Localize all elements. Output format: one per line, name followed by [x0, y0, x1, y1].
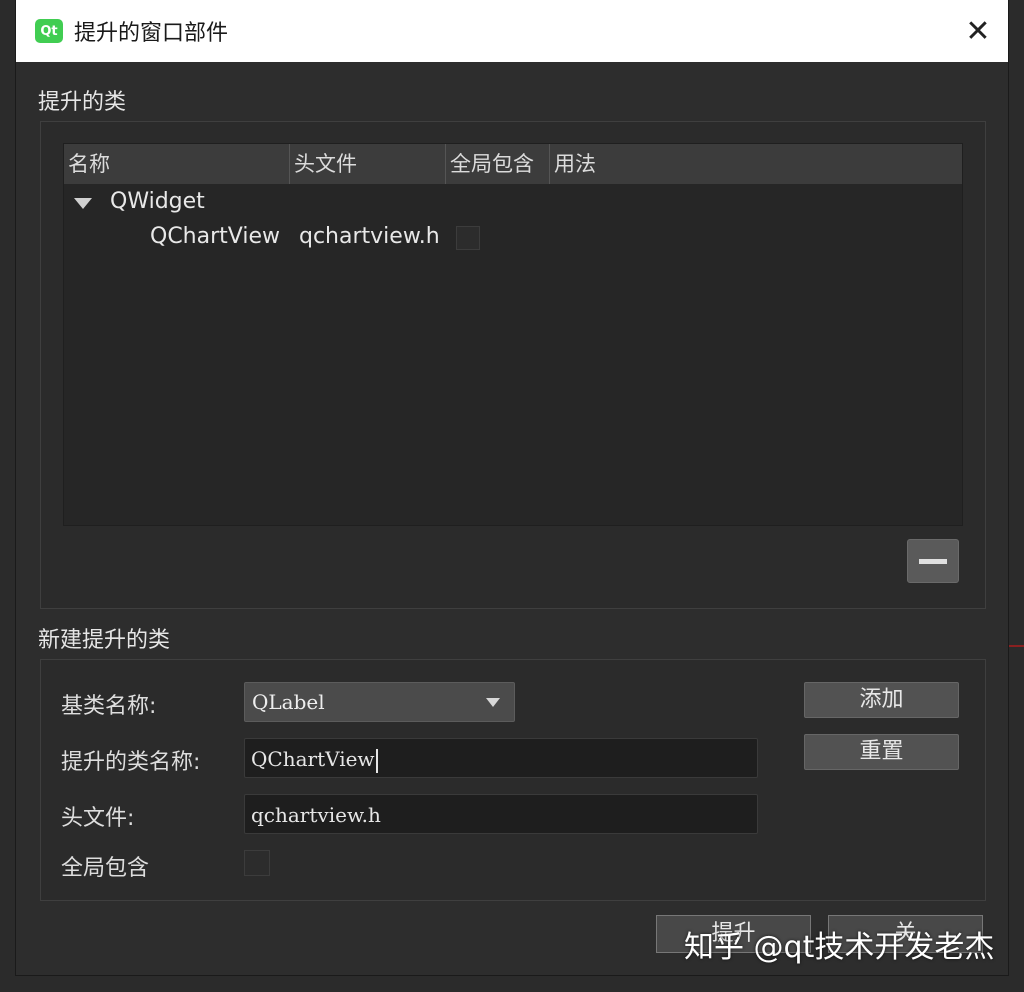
window-title: 提升的窗口部件 [74, 21, 229, 46]
header-file-input[interactable]: qchartview.h [244, 794, 758, 834]
new-promoted-class-title: 新建提升的类 [38, 628, 171, 653]
watermark-text: 知乎 @qt技术开发老杰 [684, 930, 995, 965]
global-include-label: 全局包含 [61, 856, 150, 881]
promoted-class-name-label: 提升的类名称: [61, 750, 201, 775]
column-header-global-include[interactable]: 全局包含 [446, 144, 550, 184]
remove-class-button[interactable] [907, 539, 959, 583]
tree-item-qwidget[interactable]: QWidget [110, 189, 205, 214]
column-header-header-file[interactable]: 头文件 [290, 144, 446, 184]
background-edge-mark [1008, 645, 1024, 647]
title-bar: Qt 提升的窗口部件 ✕ [16, 0, 1008, 62]
add-button[interactable]: 添加 [804, 682, 959, 718]
promoted-class-name-input[interactable]: QChartView [244, 738, 758, 778]
tree-item-header-file: qchartview.h [299, 224, 440, 249]
minus-icon [919, 558, 947, 564]
reset-button[interactable]: 重置 [804, 734, 959, 770]
tree-item-qchartview[interactable]: QChartView [150, 224, 280, 249]
promoted-classes-tree[interactable]: 名称 头文件 全局包含 用法 QWidget QChartView qchart… [63, 143, 963, 526]
promoted-widgets-dialog: Qt 提升的窗口部件 ✕ 提升的类 名称 头文件 全局包含 用法 QWidget… [16, 0, 1008, 975]
qt-logo-icon: Qt [35, 19, 63, 43]
base-class-label: 基类名称: [61, 694, 157, 719]
header-file-label: 头文件: [61, 806, 135, 831]
expand-triangle-icon[interactable] [74, 198, 92, 209]
promoted-class-name-value: QChartView [251, 747, 375, 771]
column-header-name[interactable]: 名称 [64, 144, 290, 184]
column-header-usage[interactable]: 用法 [550, 144, 962, 184]
promoted-classes-title: 提升的类 [38, 90, 127, 115]
close-icon[interactable]: ✕ [948, 0, 1008, 62]
base-class-value: QLabel [252, 690, 325, 714]
chevron-down-icon [486, 698, 500, 707]
header-file-value: qchartview.h [251, 803, 381, 827]
base-class-combobox[interactable]: QLabel [244, 682, 515, 722]
global-include-checkbox[interactable] [244, 850, 270, 876]
tree-item-global-include-checkbox[interactable] [456, 226, 480, 250]
tree-header: 名称 头文件 全局包含 用法 [64, 144, 962, 184]
text-caret [375, 748, 378, 773]
